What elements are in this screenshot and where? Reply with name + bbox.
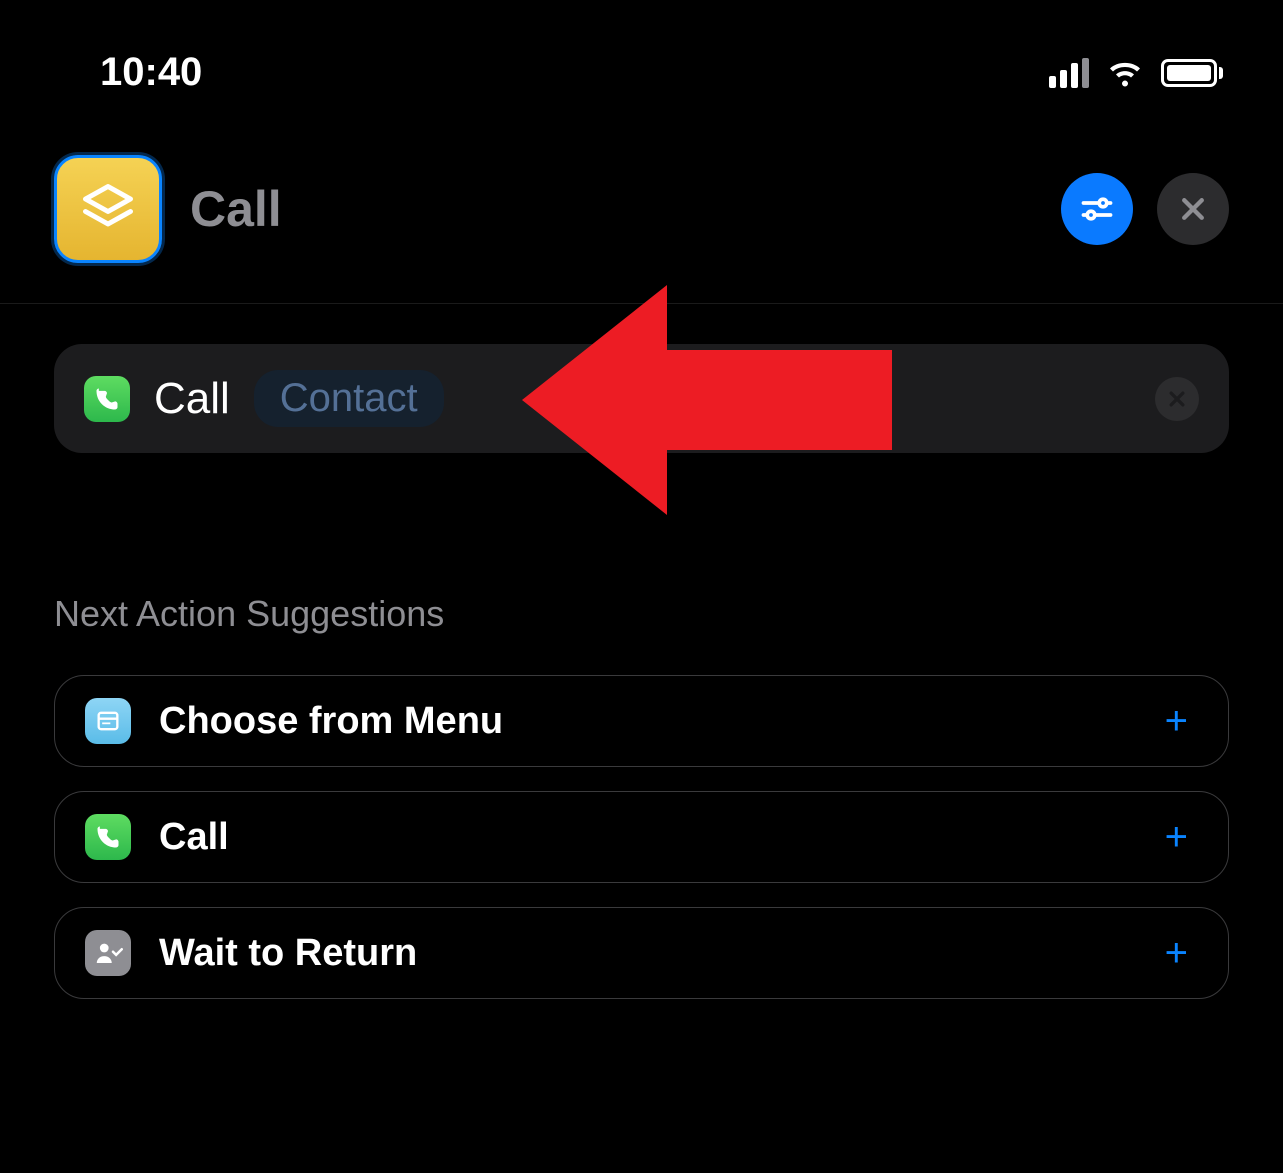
phone-icon [94,823,122,851]
phone-app-icon [85,814,131,860]
add-icon: + [1165,931,1198,976]
phone-icon [93,385,121,413]
wait-icon [85,930,131,976]
status-icons [1049,58,1223,88]
settings-button[interactable] [1061,173,1133,245]
status-time: 10:40 [100,50,202,95]
cellular-signal-icon [1049,58,1089,88]
close-button[interactable] [1157,173,1229,245]
wifi-icon [1107,59,1143,87]
shortcut-title[interactable]: Call [190,180,1061,238]
sliders-icon [1079,191,1115,227]
close-icon [1167,389,1187,409]
header-buttons [1061,173,1229,245]
suggestion-choose-from-menu[interactable]: Choose from Menu + [54,675,1229,767]
suggestion-label: Call [159,816,1137,859]
suggestion-wait-to-return[interactable]: Wait to Return + [54,907,1229,999]
suggestion-label: Choose from Menu [159,700,1137,743]
add-icon: + [1165,699,1198,744]
close-icon [1178,194,1208,224]
layers-icon [78,179,138,239]
battery-icon [1161,59,1223,87]
contact-parameter-pill[interactable]: Contact [254,370,444,427]
suggestion-call[interactable]: Call + [54,791,1229,883]
annotation-arrow [522,285,892,515]
add-icon: + [1165,815,1198,860]
suggestion-label: Wait to Return [159,932,1137,975]
action-label: Call [154,374,230,424]
shortcut-icon[interactable] [54,155,162,263]
header: Call [0,125,1283,304]
remove-action-button[interactable] [1155,377,1199,421]
suggestions-header: Next Action Suggestions [54,593,1229,635]
menu-icon [85,698,131,744]
phone-app-icon [84,376,130,422]
status-bar: 10:40 [0,0,1283,125]
